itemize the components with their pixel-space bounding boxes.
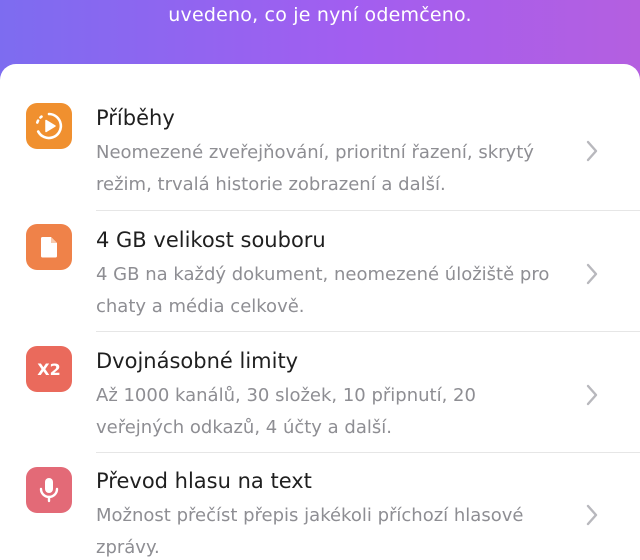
feature-item-double-limits[interactable]: X2 Dvojnásobné limity Až 1000 kanálů, 30… [0, 329, 640, 449]
feature-item-stories[interactable]: Příběhy Neomezené zveřejňování, prioritn… [0, 86, 640, 206]
feature-title: Příběhy [96, 106, 175, 130]
feature-item-voice-to-text[interactable]: Převod hlasu na text Možnost přečíst pře… [0, 450, 640, 560]
chevron-right-icon [586, 384, 598, 406]
features-list: Příběhy Neomezené zveřejňování, prioritn… [0, 64, 640, 560]
feature-description: Až 1000 kanálů, 30 složek, 10 připnutí, … [96, 385, 476, 438]
feature-title: 4 GB velikost souboru [96, 228, 326, 252]
feature-description: Neomezené zveřejňování, prioritní řazení… [96, 142, 534, 195]
feature-title: Dvojnásobné limity [96, 349, 299, 373]
chevron-right-icon [586, 504, 598, 526]
feature-description: Možnost přečíst přepis jakékoli příchozí… [96, 505, 524, 558]
stories-icon [26, 103, 72, 149]
chevron-right-icon [586, 263, 598, 285]
microphone-icon [26, 467, 72, 513]
feature-title: Převod hlasu na text [96, 469, 312, 493]
chevron-right-icon [586, 140, 598, 162]
feature-description: 4 GB na každý dokument, neomezené úložiš… [96, 264, 550, 317]
feature-item-file-size[interactable]: 4 GB velikost souboru 4 GB na každý doku… [0, 208, 640, 328]
x2-icon: X2 [26, 346, 72, 392]
header-subtitle: uvedeno, co je nyní odemčeno. [168, 4, 472, 26]
x2-icon-label: X2 [37, 359, 61, 379]
file-icon [26, 224, 72, 270]
